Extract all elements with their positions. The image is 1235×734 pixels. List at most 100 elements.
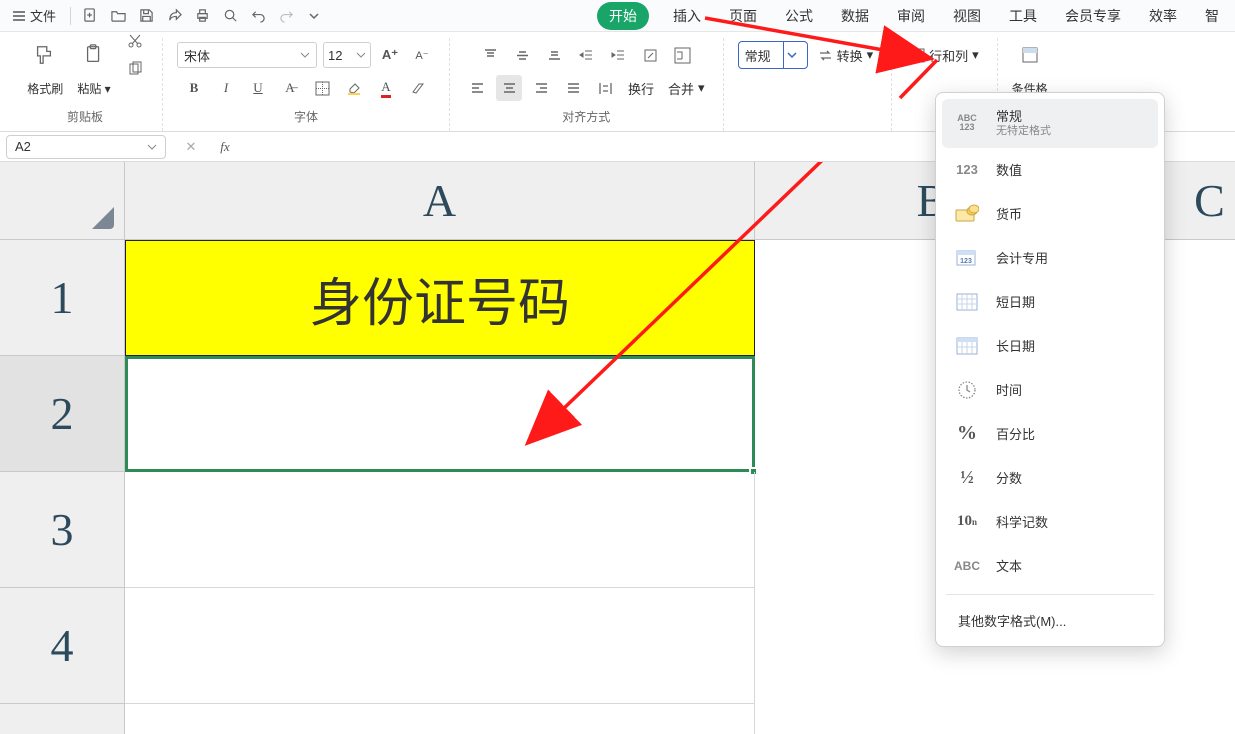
tab-start[interactable]: 开始 [597,2,649,30]
group-number: 常规 转换 ▾ [724,38,893,131]
tab-data[interactable]: 数据 [837,2,873,30]
file-menu-label: 文件 [30,6,56,25]
cell-A5[interactable] [125,704,755,734]
nf-general[interactable]: ABC123 常规无特定格式 [942,99,1158,148]
strikethrough-icon[interactable]: A̶ [277,75,303,101]
cell-A4[interactable] [125,588,755,704]
nf-more-formats[interactable]: 其他数字格式(M)... [942,601,1158,640]
wrap-text-icon[interactable] [669,42,695,68]
nf-percent-label: 百分比 [996,424,1035,443]
number-format-value: 常规 [745,46,771,65]
increase-font-icon[interactable]: A⁺ [377,42,403,68]
share-icon[interactable] [163,5,185,27]
convert-button[interactable]: 转换 ▾ [814,44,878,67]
undo-icon[interactable] [247,5,269,27]
nf-fraction[interactable]: ½ 分数 [942,456,1158,500]
short-date-icon [952,290,982,314]
cell-A1[interactable]: 身份证号码 [125,240,755,356]
new-icon[interactable] [79,5,101,27]
distribute-icon[interactable] [592,75,618,101]
row-header-4[interactable]: 4 [0,588,125,704]
wrap-button[interactable]: 换行 [624,77,658,100]
font-color-icon[interactable]: A [373,75,399,101]
save-icon[interactable] [135,5,157,27]
tab-formula[interactable]: 公式 [781,2,817,30]
number-icon: 123 [952,158,982,182]
italic-icon[interactable]: I [213,75,239,101]
row-header-1[interactable]: 1 [0,240,125,356]
redo-icon[interactable] [275,5,297,27]
tab-smart[interactable]: 智 [1201,2,1223,30]
col-header-A[interactable]: A [125,162,755,240]
select-all-triangle-icon [92,207,114,229]
cell-A2-selected[interactable] [125,356,755,472]
align-left-icon[interactable] [464,75,490,101]
qat-more-icon[interactable] [303,5,325,27]
long-date-icon [952,334,982,358]
bold-icon[interactable]: B [181,75,207,101]
nf-fraction-label: 分数 [996,468,1022,487]
align-center-icon[interactable] [496,75,522,101]
tab-tools[interactable]: 工具 [1005,2,1041,30]
cell-A3[interactable] [125,472,755,588]
border-icon[interactable] [309,75,335,101]
cell-style-icon[interactable] [1017,42,1043,68]
clear-format-icon[interactable] [405,75,431,101]
nf-accounting[interactable]: 123 会计专用 [942,236,1158,280]
nf-time[interactable]: 时间 [942,368,1158,412]
increase-indent-icon[interactable] [605,42,631,68]
nf-currency[interactable]: 货币 [942,192,1158,236]
format-painter-button[interactable] [22,43,66,67]
decrease-indent-icon[interactable] [573,42,599,68]
decrease-font-icon[interactable]: A⁻ [409,42,435,68]
nf-number[interactable]: 123 数值 [942,148,1158,192]
cancel-fx-icon[interactable]: ✕ [178,134,204,160]
print-icon[interactable] [191,5,213,27]
nf-long-date[interactable]: 长日期 [942,324,1158,368]
file-menu[interactable]: 文件 [6,6,62,25]
paste-button[interactable] [72,43,116,67]
tab-insert[interactable]: 插入 [669,2,705,30]
chevron-down-icon[interactable] [783,42,801,68]
nf-text-label: 文本 [996,556,1022,575]
fx-icon[interactable]: fx [212,134,238,160]
underline-icon[interactable]: U [245,75,271,101]
align-top-icon[interactable] [477,42,503,68]
time-icon [952,378,982,402]
nf-general-sub: 无特定格式 [996,125,1051,138]
merge-button[interactable]: 合并 ▾ [664,77,709,100]
nf-scientific[interactable]: 10n 科学记数 [942,500,1158,544]
clipboard-group-label: 剪贴板 [67,108,103,125]
name-box[interactable]: A2 [6,135,166,159]
main-tabs: 开始 插入 页面 公式 数据 审阅 视图 工具 会员专享 效率 智 [597,2,1229,30]
nf-time-label: 时间 [996,380,1022,399]
nf-currency-label: 货币 [996,204,1022,223]
orientation-icon[interactable] [637,42,663,68]
cut-icon[interactable] [122,28,148,54]
number-format-combo[interactable]: 常规 [738,41,808,69]
row-header-2[interactable]: 2 [0,356,125,472]
tab-vip[interactable]: 会员专享 [1061,2,1125,30]
tab-efficiency[interactable]: 效率 [1145,2,1181,30]
row-header-5[interactable]: 5 [0,704,125,734]
tab-review[interactable]: 审阅 [893,2,929,30]
row-col-button[interactable]: 行和列 ▾ [906,44,983,67]
tab-view[interactable]: 视图 [949,2,985,30]
nf-accounting-label: 会计专用 [996,248,1048,267]
row-header-3[interactable]: 3 [0,472,125,588]
nf-text[interactable]: ABC 文本 [942,544,1158,588]
fill-color-icon[interactable] [341,75,367,101]
align-bottom-icon[interactable] [541,42,567,68]
print-preview-icon[interactable] [219,5,241,27]
nf-percent[interactable]: % 百分比 [942,412,1158,456]
align-middle-icon[interactable] [509,42,535,68]
align-right-icon[interactable] [528,75,554,101]
group-clipboard: 格式刷 粘贴 ▾ 剪贴板 [8,38,163,131]
select-all-corner[interactable] [0,162,125,240]
open-icon[interactable] [107,5,129,27]
justify-icon[interactable] [560,75,586,101]
font-size-combo[interactable]: 12 [323,42,371,68]
font-name-combo[interactable]: 宋体 [177,42,317,68]
nf-short-date[interactable]: 短日期 [942,280,1158,324]
tab-page[interactable]: 页面 [725,2,761,30]
